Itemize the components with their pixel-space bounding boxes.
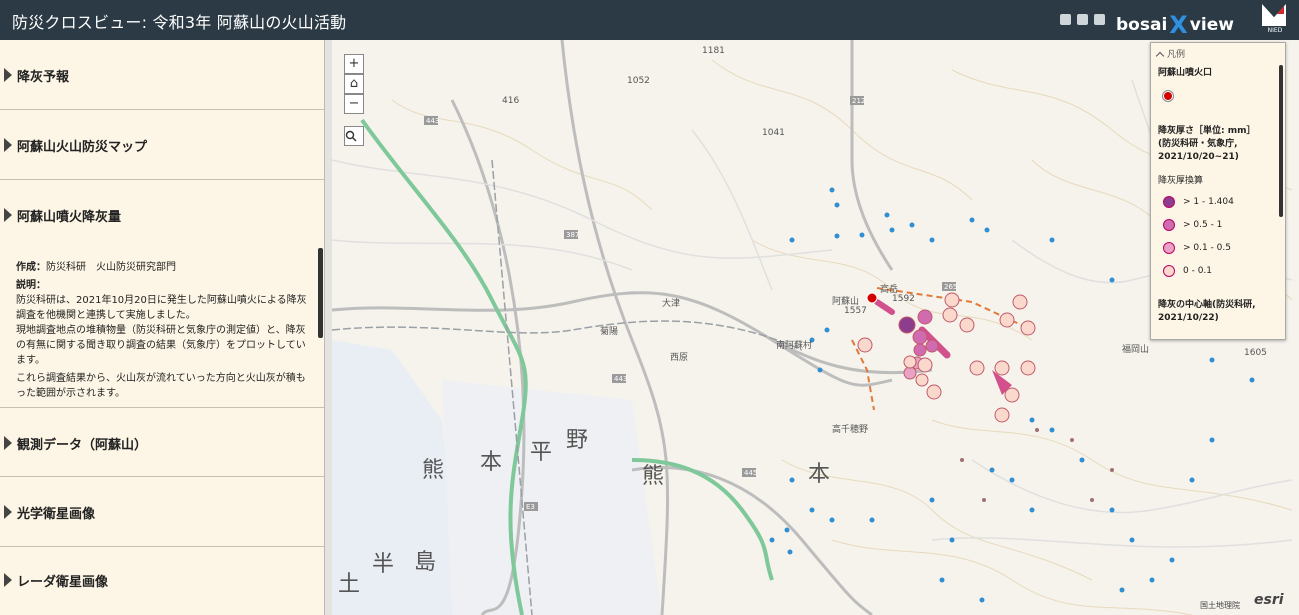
legend-crater-title: 阿蘇山噴火口	[1158, 68, 1213, 78]
page-title: 防災クロスビュー: 令和3年 阿蘇山の火山活動	[12, 13, 347, 32]
map-label: 1557	[844, 306, 867, 316]
sidebar-scrollbar[interactable]	[318, 248, 323, 338]
sidebar: 降灰予報 阿蘇山火山防災マップ 阿蘇山噴火降灰量 作成：防災科研 火山防災研究部…	[0, 40, 324, 615]
map-label: 西原	[670, 353, 689, 363]
svg-text:212: 212	[852, 97, 865, 105]
map-label: 1052	[627, 76, 650, 86]
legend-panel: 凡例 阿蘇山噴火口 降灰厚さ［単位: mm］ (防災科研・気象庁, 2021/1…	[1150, 42, 1286, 340]
legend-swatch	[1163, 196, 1175, 208]
map-label-large: 本	[480, 450, 503, 475]
legend-ash-title-2: (防災科研・気象庁,	[1158, 139, 1238, 149]
map-label: 1605	[1244, 348, 1267, 358]
nied-logo[interactable]: NIED	[1262, 4, 1288, 36]
map-label: 1592	[892, 294, 915, 304]
caret-right-icon	[4, 138, 12, 152]
map-label-large: 熊	[422, 458, 445, 483]
map-label-large: 島	[414, 550, 437, 575]
legend-ash-title-3: 2021/10/20~21)	[1158, 152, 1239, 162]
svg-text:443: 443	[426, 117, 439, 125]
map-label-large: 熊	[642, 464, 665, 489]
map-label: 1181	[702, 46, 725, 56]
caret-right-icon	[4, 573, 12, 587]
panel-splitter[interactable]	[324, 40, 332, 615]
map-label: 高千穂野	[832, 425, 869, 435]
map-label-large: 野	[566, 428, 589, 453]
map-label: 福岡山	[1122, 345, 1150, 355]
svg-text:387: 387	[566, 231, 579, 239]
legend-swatch	[1163, 219, 1175, 231]
home-button[interactable]: ⌂	[344, 74, 364, 94]
legend-item: > 0.5 - 1	[1163, 219, 1222, 231]
social-links	[1060, 14, 1105, 25]
legend-item: > 1 - 1.404	[1163, 196, 1234, 208]
map-label-large: 半	[372, 552, 395, 577]
caret-right-icon	[4, 436, 12, 450]
caret-right-icon	[4, 505, 12, 519]
map-label: 南阿蘇村	[776, 341, 813, 351]
search-icon	[345, 130, 357, 142]
legend-swatch	[1163, 265, 1175, 277]
sidebar-item-hazard-map[interactable]: 阿蘇山火山防災マップ	[0, 110, 324, 180]
map-label: 大津	[662, 299, 681, 309]
svg-text:445: 445	[744, 469, 757, 477]
legend-crater-symbol	[1163, 91, 1173, 101]
zoom-in-button[interactable]: +	[344, 54, 364, 74]
twitter-icon[interactable]	[1077, 14, 1088, 25]
map-attribution: 国土地理院	[1200, 601, 1240, 610]
svg-text:265: 265	[944, 283, 957, 291]
chevron-up-icon	[1155, 51, 1165, 61]
legend-axis-title-1: 降灰の中心軸(防災科研,	[1158, 300, 1256, 310]
nied-logo-icon	[1262, 4, 1286, 26]
legend-item: > 0.1 - 0.5	[1163, 242, 1231, 254]
facebook-icon[interactable]	[1060, 14, 1071, 25]
legend-scrollbar[interactable]	[1279, 65, 1283, 217]
link-icon[interactable]	[1094, 14, 1105, 25]
zoom-out-button[interactable]: −	[344, 94, 364, 114]
sidebar-item-ash-forecast[interactable]: 降灰予報	[0, 40, 324, 110]
svg-text:443: 443	[614, 375, 627, 383]
legend-ash-title-1: 降灰厚さ［単位: mm］	[1158, 126, 1256, 136]
legend-ash-subtitle: 降灰厚換算	[1158, 176, 1204, 186]
legend-item: 0 - 0.1	[1163, 265, 1212, 277]
legend-axis-title-2: 2021/10/22)	[1158, 313, 1219, 323]
map-label: 菊陽	[600, 327, 619, 337]
esri-logo: esri	[1254, 592, 1284, 608]
sidebar-item-observation[interactable]: 観測データ（阿蘇山）	[0, 407, 324, 477]
legend-swatch	[1163, 242, 1175, 254]
map-label: 416	[502, 96, 520, 106]
map-label-large: 土	[338, 572, 361, 597]
svg-text:E3: E3	[526, 503, 535, 511]
caret-right-icon	[4, 68, 12, 82]
sidebar-item-radar-satellite[interactable]: レーダ衛星画像	[0, 545, 324, 615]
ash-fall-description: 作成：防災科研 火山防災研究部門 説明： 防災科研は、2021年10月20日に発…	[16, 262, 307, 399]
search-button[interactable]	[344, 126, 364, 146]
caret-right-icon	[4, 208, 12, 222]
sidebar-item-ash-fall[interactable]: 阿蘇山噴火降灰量	[0, 180, 324, 250]
app-header: 防災クロスビュー: 令和3年 阿蘇山の火山活動 bosaiX view NIED	[0, 0, 1299, 40]
legend-header[interactable]: 凡例	[1155, 47, 1185, 61]
sidebar-item-optical-satellite[interactable]: 光学衛星画像	[0, 477, 324, 547]
map-label-large: 本	[808, 462, 831, 487]
map-label-large: 平	[530, 440, 553, 465]
bosai-xview-logo[interactable]: bosaiX view	[1116, 8, 1234, 39]
map-label: 1041	[762, 128, 785, 138]
